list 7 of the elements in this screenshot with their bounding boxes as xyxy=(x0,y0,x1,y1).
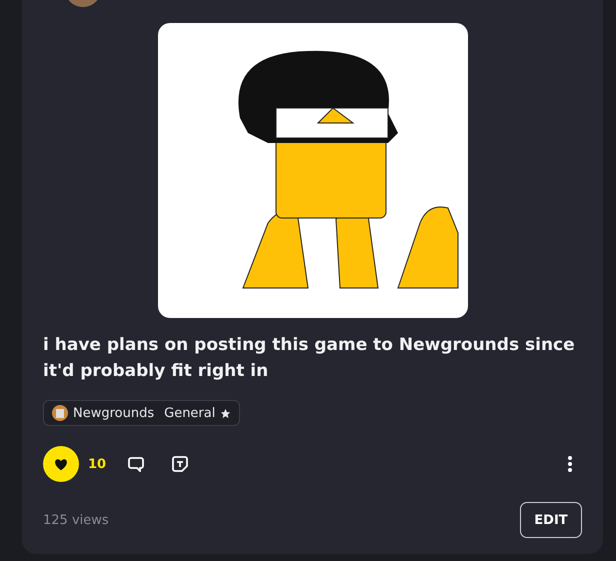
like-count: 10 xyxy=(88,456,106,472)
post-text: i have plans on posting this game to Newgrounds since it'd probably fit right in xyxy=(43,334,576,383)
view-count: 125 views xyxy=(43,512,109,528)
community-tag[interactable]: Newgrounds xyxy=(52,405,154,421)
tag-chip[interactable]: Newgrounds General xyxy=(43,400,240,426)
category-tag[interactable]: General xyxy=(164,406,232,420)
edit-button[interactable]: EDIT xyxy=(520,502,582,538)
